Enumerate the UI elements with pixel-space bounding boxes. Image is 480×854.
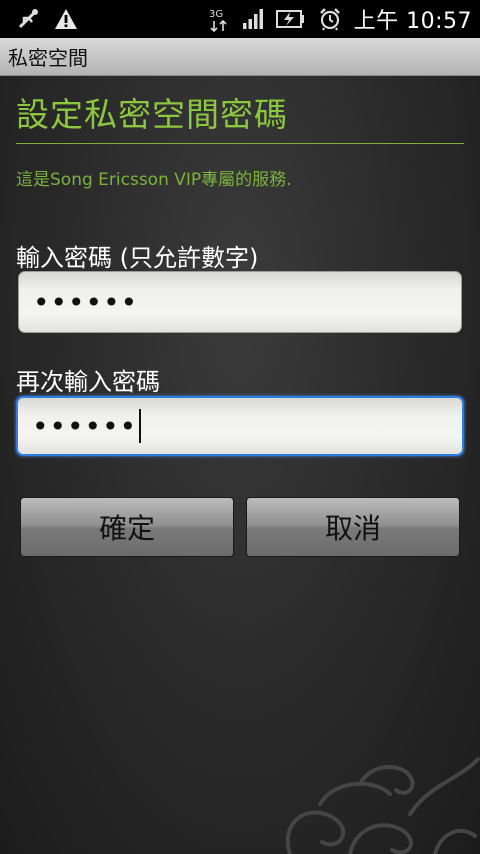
battery-charging-icon bbox=[275, 9, 306, 29]
decorative-swirl-icon bbox=[285, 757, 480, 854]
warning-icon bbox=[54, 8, 78, 30]
confirm-password-input[interactable]: •••••• bbox=[16, 396, 464, 456]
password-dots: •••••• bbox=[33, 285, 139, 319]
confirm-button[interactable]: 確定 bbox=[20, 497, 234, 557]
text-caret bbox=[139, 409, 142, 443]
app-title: 私密空間 bbox=[8, 46, 88, 70]
confirm-password-dots: •••••• bbox=[32, 409, 138, 443]
service-info-text: 這是Song Ericsson VIP專屬的服務. bbox=[16, 170, 292, 190]
password-input[interactable]: •••••• bbox=[18, 271, 462, 333]
alarm-icon bbox=[318, 7, 342, 31]
network-type-label: 3G bbox=[209, 9, 223, 20]
signal-icon bbox=[242, 8, 264, 30]
password-label: 輸入密碼 (只允許數字) bbox=[16, 244, 259, 272]
page-heading: 設定私密空間密碼 bbox=[16, 95, 288, 134]
network-3g-icon: 3G bbox=[208, 6, 230, 32]
app-title-bar: 私密空間 bbox=[0, 38, 480, 76]
status-clock: 上午 10:57 bbox=[353, 9, 472, 34]
heading-divider bbox=[16, 143, 464, 144]
status-bar: 3G 上午 10:57 bbox=[0, 0, 480, 38]
confirm-password-label: 再次輸入密碼 bbox=[16, 368, 160, 396]
cancel-button[interactable]: 取消 bbox=[246, 497, 460, 557]
usb-debug-icon bbox=[16, 7, 40, 31]
